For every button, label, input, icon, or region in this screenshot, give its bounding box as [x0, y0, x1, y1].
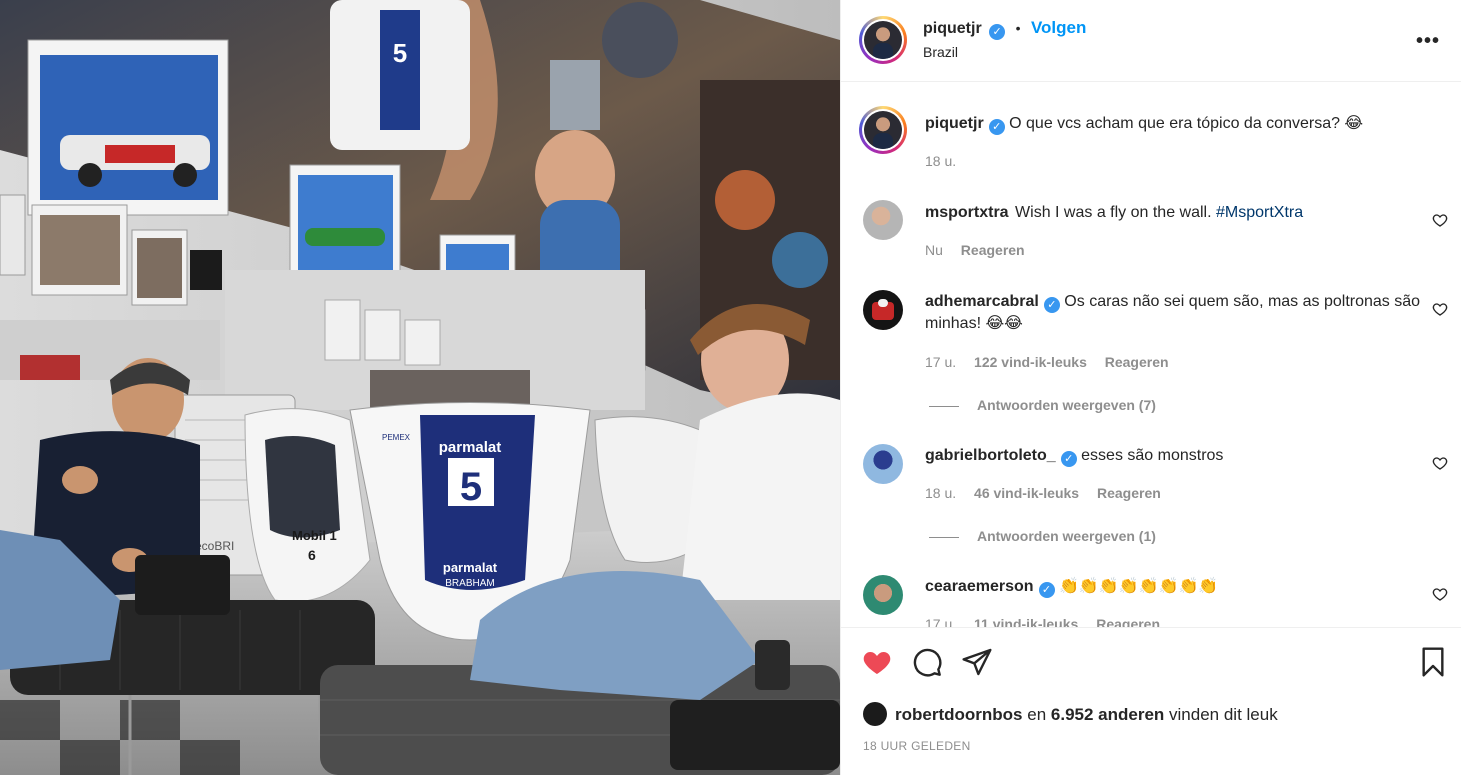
chair-brand-bottom: parmalat: [443, 560, 498, 575]
replies-divider: [929, 536, 959, 538]
post-photo[interactable]: 5 ecoBRI Mobil 1 6 parmalat 5 parmalat B…: [0, 0, 840, 775]
commenter-avatar[interactable]: [863, 575, 903, 615]
comment-like-heart-icon[interactable]: [1432, 586, 1448, 602]
heart-icon[interactable]: [861, 646, 893, 678]
comment-time[interactable]: 17 u.: [925, 354, 956, 370]
comment-likes[interactable]: 122 vind-ik-leuks: [974, 354, 1087, 370]
view-replies-label: Antwoorden weergeven (1): [977, 528, 1156, 544]
reply-button[interactable]: Reageren: [961, 242, 1025, 258]
comment-username[interactable]: gabrielbortoleto_: [925, 447, 1056, 464]
chair-sponsor-side: PEMEX: [382, 433, 411, 442]
verified-badge-icon: ✓: [989, 24, 1006, 40]
view-replies-button[interactable]: Antwoorden weergeven (1): [929, 528, 1156, 544]
post-header: piquetjr ✓ • Volgen Brazil •••: [841, 0, 1461, 82]
comment-like-heart-icon[interactable]: [1432, 301, 1448, 317]
caption-avatar[interactable]: [859, 106, 907, 154]
more-icon[interactable]: •••: [1416, 30, 1440, 53]
comment-likes[interactable]: 46 vind-ik-leuks: [974, 485, 1079, 501]
comment-meta: Nu Reageren: [925, 242, 1039, 258]
post-timestamp[interactable]: 18 UUR GELEDEN: [863, 739, 971, 753]
comment-time[interactable]: 17 u.: [925, 616, 956, 627]
others-count[interactable]: 6.952 anderen: [1051, 705, 1164, 724]
comment-time[interactable]: 18 u.: [925, 485, 956, 501]
comment-text: Wish I was a fly on the wall.: [1015, 204, 1212, 221]
commenter-avatar[interactable]: [863, 200, 903, 240]
comment-meta: 17 u. 122 vind-ik-leuks Reageren: [925, 354, 1183, 370]
caption-text: O que vcs acham que era tópico da conver…: [1009, 115, 1364, 132]
likes-summary: robertdoornbos en 6.952 anderen vinden d…: [863, 702, 1278, 726]
post-actions: robertdoornbos en 6.952 anderen vinden d…: [841, 627, 1461, 775]
post-details-panel: piquetjr ✓ • Volgen Brazil ••• piquetjr ✓…: [840, 0, 1461, 775]
separator-dot: •: [1015, 20, 1021, 36]
comment-like-heart-icon[interactable]: [1432, 212, 1448, 228]
comment-like-heart-icon[interactable]: [1432, 455, 1448, 471]
liked-joiner: en: [1027, 705, 1047, 724]
comment: adhemarcabral ✓ Os caras não sei quem são…: [925, 291, 1425, 335]
verified-badge-icon: ✓: [1060, 451, 1077, 467]
reply-button[interactable]: Reageren: [1096, 616, 1160, 627]
left-chair-sponsor: Mobil 1: [292, 528, 337, 543]
fan-brand-text: ecoBRI: [195, 539, 234, 553]
comment-meta: 18 u. 46 vind-ik-leuks Reageren: [925, 485, 1175, 501]
comment-meta: 17 u. 11 vind-ik-leuks Reageren: [925, 616, 1174, 627]
comment-text: esses são monstros: [1081, 447, 1224, 464]
verified-badge-icon: ✓: [988, 119, 1005, 135]
comment-username[interactable]: msportxtra: [925, 204, 1009, 221]
chair-team: BRABHAM: [445, 578, 494, 589]
comment-hashtag[interactable]: #MsportXtra: [1216, 204, 1303, 221]
bookmark-icon[interactable]: [1417, 646, 1449, 678]
share-icon[interactable]: [961, 646, 993, 678]
comment-icon[interactable]: [911, 646, 943, 678]
comment-time[interactable]: Nu: [925, 242, 943, 258]
chair-number: 5: [460, 465, 482, 509]
caption-time[interactable]: 18 u.: [925, 153, 956, 169]
liker-avatar[interactable]: [863, 702, 887, 726]
chair-brand-top: parmalat: [439, 439, 502, 456]
comment-username[interactable]: cearaemerson: [925, 578, 1034, 595]
liked-suffix: vinden dit leuk: [1169, 705, 1278, 724]
commenter-avatar[interactable]: [863, 444, 903, 484]
commenter-avatar[interactable]: [863, 290, 903, 330]
comment-text: 👏👏👏👏👏👏👏👏: [1058, 578, 1219, 595]
comment: gabrielbortoleto_ ✓ esses são monstros: [925, 445, 1425, 467]
liker-username[interactable]: robertdoornbos: [895, 705, 1023, 724]
author-username[interactable]: piquetjr: [923, 20, 982, 37]
caption-meta: 18 u.: [925, 153, 970, 169]
verified-badge-icon: ✓: [1038, 582, 1055, 598]
post-photo-illustration: 5 ecoBRI Mobil 1 6 parmalat 5 parmalat B…: [0, 0, 840, 775]
comment: cearaemerson ✓ 👏👏👏👏👏👏👏👏: [925, 576, 1425, 598]
svg-text:5: 5: [393, 38, 407, 68]
caption-username[interactable]: piquetjr: [925, 115, 984, 132]
reply-button[interactable]: Reageren: [1105, 354, 1169, 370]
comment: msportxtra Wish I was a fly on the wall.…: [925, 202, 1425, 224]
comment-likes[interactable]: 11 vind-ik-leuks: [974, 616, 1078, 627]
author-avatar[interactable]: [859, 16, 907, 64]
comments-list[interactable]: piquetjr ✓ O que vcs acham que era tópico…: [841, 82, 1461, 627]
follow-button[interactable]: Volgen: [1031, 18, 1086, 37]
comment-username[interactable]: adhemarcabral: [925, 293, 1039, 310]
post-location[interactable]: Brazil: [923, 44, 958, 60]
left-chair-number: 6: [308, 547, 316, 563]
view-replies-button[interactable]: Antwoorden weergeven (7): [929, 397, 1156, 413]
reply-button[interactable]: Reageren: [1097, 485, 1161, 501]
verified-badge-icon: ✓: [1043, 297, 1060, 313]
replies-divider: [929, 405, 959, 407]
caption: piquetjr ✓ O que vcs acham que era tópico…: [925, 113, 1425, 135]
view-replies-label: Antwoorden weergeven (7): [977, 397, 1156, 413]
